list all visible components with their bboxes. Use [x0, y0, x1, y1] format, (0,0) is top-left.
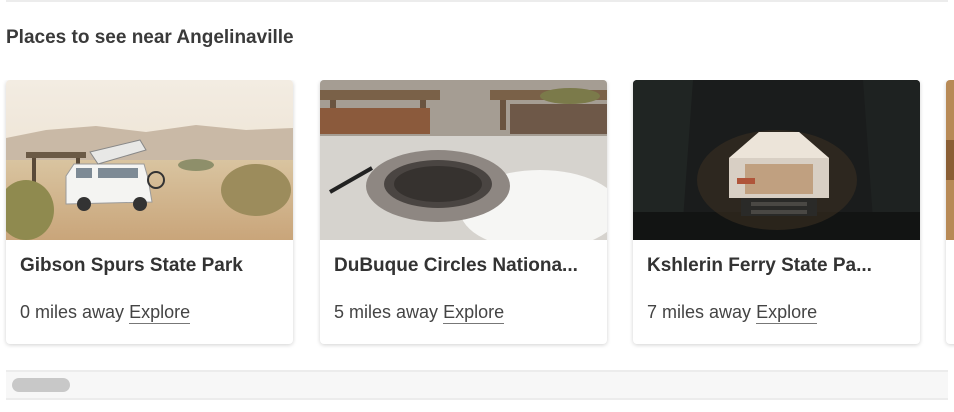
place-title[interactable]: Kshlerin Ferry State Pa...	[647, 255, 909, 277]
explore-link[interactable]: Explore	[756, 302, 818, 324]
place-photo-night-tent[interactable]	[633, 80, 920, 240]
place-photo-partial[interactable]	[946, 80, 954, 240]
distance-label: 5 miles away	[334, 302, 439, 322]
place-title[interactable]: Gibson Spurs State Park	[20, 255, 282, 277]
place-card[interactable]: Gibson Spurs State Park 0 miles away Exp…	[6, 80, 293, 344]
explore-link[interactable]: Explore	[129, 302, 191, 324]
place-meta: 5 miles away Explore	[334, 302, 505, 324]
distance-label: 7 miles away	[647, 302, 752, 322]
place-photo-firepit[interactable]	[320, 80, 607, 240]
place-card-partial[interactable]	[946, 80, 954, 344]
place-card[interactable]: DuBuque Circles Nationa... 5 miles away …	[320, 80, 607, 344]
horizontal-scrollbar[interactable]	[6, 370, 948, 400]
place-card[interactable]: Kshlerin Ferry State Pa... 7 miles away …	[633, 80, 920, 344]
place-title[interactable]: DuBuque Circles Nationa...	[334, 255, 596, 277]
place-meta: 7 miles away Explore	[647, 302, 818, 324]
section-title: Places to see near Angelinaville	[6, 27, 294, 48]
top-divider	[6, 0, 948, 2]
distance-label: 0 miles away	[20, 302, 125, 322]
places-carousel[interactable]: Gibson Spurs State Park 0 miles away Exp…	[0, 80, 954, 350]
place-photo-desert-van[interactable]	[6, 80, 293, 240]
explore-link[interactable]: Explore	[443, 302, 505, 324]
scrollbar-thumb[interactable]	[12, 378, 70, 392]
place-meta: 0 miles away Explore	[20, 302, 191, 324]
